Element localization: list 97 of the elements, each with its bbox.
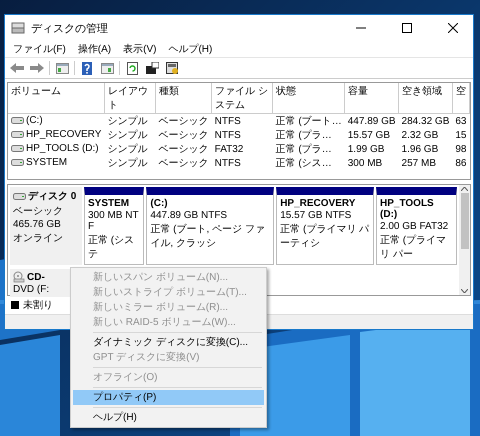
table-cell: 63 <box>452 114 470 128</box>
cd-drive-icon <box>13 271 25 283</box>
disk-info: 465.76 GB <box>13 219 62 230</box>
table-cell-text: 15.57 GB <box>346 128 391 142</box>
menu-item[interactable]: 表示(V) <box>119 42 160 56</box>
scroll-down-icon <box>461 289 468 293</box>
table-cell-text: 300 MB <box>346 156 384 170</box>
maximize-icon <box>402 23 412 33</box>
table-cell-text: シンプル <box>106 128 148 142</box>
menu-item[interactable]: ファイル(F) <box>9 42 70 56</box>
back-button[interactable] <box>9 60 25 76</box>
partition[interactable]: SYSTEM 300 MB NTF 正常 (システ <box>84 187 144 265</box>
volume-icon <box>11 117 24 124</box>
scroll-up-icon <box>461 187 468 191</box>
table-cell-text: シンプル <box>106 156 148 170</box>
menu-item[interactable]: ヘルプ(H) <box>73 410 264 425</box>
table-cell-text: ベーシック <box>158 129 210 142</box>
table-cell-text: 1.99 GB <box>346 142 386 156</box>
volume-icon <box>11 131 24 138</box>
volume-icon <box>11 159 24 166</box>
partition-status: 正常 (システ <box>88 234 136 261</box>
column-header[interactable]: レイアウト <box>104 83 156 114</box>
legend-label: 未割り <box>23 298 53 312</box>
forward-arrow-icon <box>30 63 44 73</box>
table-cell: HP_TOOLS (D:) <box>26 143 99 154</box>
partition-size: 15.57 GB NTFS <box>280 210 352 221</box>
volume-icon <box>11 145 24 152</box>
menu-item[interactable]: ヘルプ(H) <box>164 42 216 56</box>
partition-name: HP_RECOVERY <box>280 198 356 209</box>
help-button[interactable] <box>79 60 95 76</box>
menu-item[interactable]: 操作(A) <box>74 42 116 56</box>
column-header[interactable]: 状態 <box>272 83 345 114</box>
partition-name: (C:) <box>150 198 169 209</box>
panel-icon <box>100 62 114 74</box>
partition[interactable]: HP_TOOLS (D:) 2.00 GB FAT32 正常 (プライマリ パー <box>376 187 457 265</box>
scrollbar[interactable] <box>459 185 470 295</box>
table-cell-text: 正常 (プラ… <box>274 128 333 142</box>
partition-status: 正常 (プライマリ パーティシ <box>280 222 370 250</box>
table-cell: HP_RECOVERY <box>26 129 102 140</box>
table-cell-text: 15 <box>454 128 468 142</box>
column-header[interactable]: ファイル システム <box>212 83 273 114</box>
table-cell-text: 98 <box>454 142 468 156</box>
table-cell: ベーシック <box>156 114 212 128</box>
partition[interactable]: (C:) 447.89 GB NTFS 正常 (ブート, ページ ファイル, クラッシ <box>146 187 274 265</box>
disk-info: ベーシック <box>13 205 64 218</box>
table-cell-text: 正常 (シス… <box>274 156 333 170</box>
partition-name: HP_TOOLS (D:) <box>380 198 435 220</box>
table-cell: 正常 (ブート… <box>272 114 345 128</box>
table-cell: SYSTEM <box>26 157 68 168</box>
table-cell: NTFS <box>212 114 273 128</box>
table-cell-text: NTFS <box>214 128 242 142</box>
table-cell-text: 257 MB <box>400 156 438 170</box>
refresh-button[interactable] <box>124 60 140 76</box>
column-header[interactable]: 容量 <box>344 83 399 114</box>
disk-name: CD- <box>27 272 45 282</box>
disk-name: ディスク 0 <box>28 190 76 203</box>
table-cell-text: ベーシック <box>158 143 210 156</box>
partition-status: 正常 (ブート, ページ ファイル, クラッシ <box>150 222 266 250</box>
panel-button[interactable] <box>54 60 70 76</box>
panel-icon <box>56 62 68 74</box>
back-arrow-icon <box>10 63 24 73</box>
table-cell: 284.32 GB <box>398 114 452 128</box>
partition[interactable]: HP_RECOVERY 15.57 GB NTFS 正常 (プライマリ パーティシ <box>276 187 374 265</box>
column-header[interactable]: 空 <box>452 83 470 114</box>
window-title: ディスクの管理 <box>31 22 109 36</box>
table-cell-text: 86 <box>454 156 468 170</box>
partition-size: 447.89 GB NTFS <box>150 210 228 221</box>
table-cell: 447.89 GB <box>344 114 399 128</box>
table-cell: (C:) <box>26 115 43 126</box>
table-cell-text: シンプル <box>106 142 148 156</box>
column-header[interactable]: 空き領域 <box>398 83 452 114</box>
settings-button[interactable] <box>164 60 180 76</box>
partition-status: 正常 (プライマリ パー <box>380 234 448 261</box>
menu-item[interactable]: プロパティ(P) <box>73 390 264 405</box>
panel-button[interactable] <box>99 60 115 76</box>
table-cell-text: 2.32 GB <box>400 128 440 142</box>
partition-size: 300 MB NTF <box>88 210 140 232</box>
disk-info: DVD (F: <box>13 284 50 295</box>
table-cell-text: NTFS <box>214 156 242 170</box>
column-header[interactable]: 種類 <box>156 83 212 114</box>
table-cell-text: FAT32 <box>214 142 244 156</box>
partition-size: 2.00 GB FAT32 <box>380 221 450 232</box>
forward-button[interactable] <box>29 60 45 76</box>
table-cell-text: 正常 (プラ… <box>274 142 333 156</box>
close-icon <box>448 23 458 33</box>
table-cell: シンプル <box>104 114 156 128</box>
menu-item[interactable]: ダイナミック ディスクに変換(C)... <box>73 335 264 350</box>
disk-info: オンライン <box>13 232 64 245</box>
help-icon <box>82 62 92 74</box>
refresh-document-icon <box>126 62 138 74</box>
properties-button[interactable] <box>144 60 160 76</box>
partition-name: SYSTEM <box>88 198 130 209</box>
column-header[interactable]: ボリューム <box>8 83 104 114</box>
disk-management-icon <box>11 22 25 34</box>
table-cell-text: 1.96 GB <box>400 142 440 156</box>
disk-label[interactable]: ディスク 0 ベーシック 465.76 GB オンライン <box>10 187 82 265</box>
table-cell-text: ベーシック <box>158 157 210 170</box>
